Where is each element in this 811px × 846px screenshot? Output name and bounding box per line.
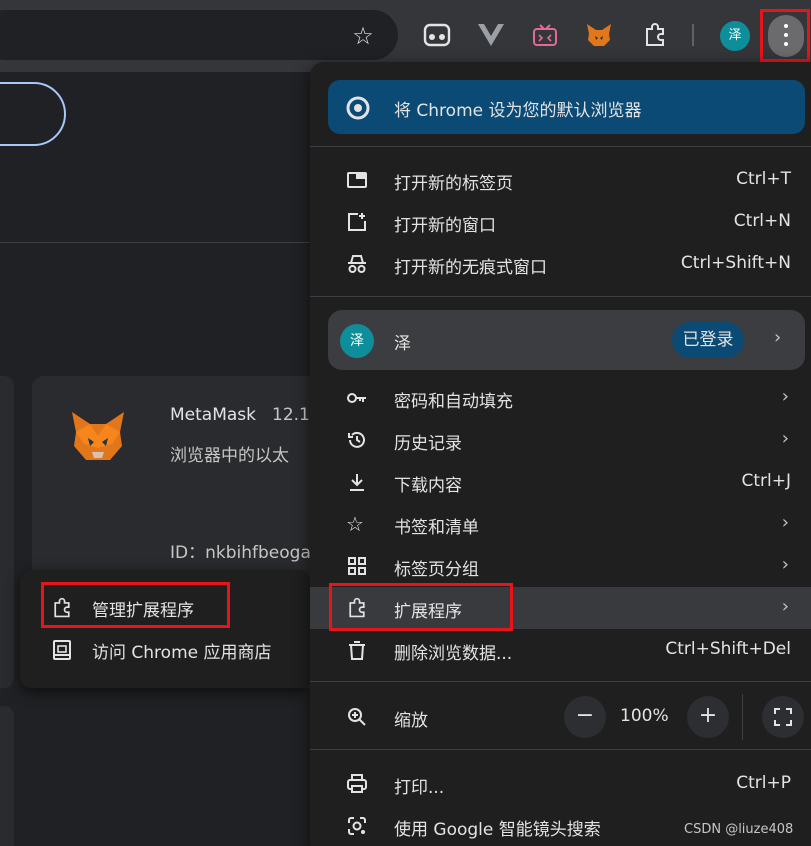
- store-icon: [51, 639, 73, 661]
- chevron-right-icon: ›: [781, 512, 789, 533]
- bookmark-star-icon[interactable]: ☆: [349, 22, 377, 50]
- menu-item-print[interactable]: 打印... Ctrl+P: [310, 763, 811, 805]
- profile-avatar: 泽: [340, 324, 374, 358]
- profile-name: 泽: [394, 334, 411, 354]
- zoom-divider: [742, 694, 743, 740]
- menu-item-new-tab[interactable]: 打开新的标签页 Ctrl+T: [310, 159, 811, 201]
- lens-icon: [346, 815, 368, 837]
- menu-item-label: 书签和清单: [394, 518, 479, 538]
- chevron-right-icon: ›: [781, 386, 789, 407]
- extension-tv-icon[interactable]: [530, 20, 560, 50]
- print-icon: [346, 773, 368, 795]
- metamask-fox-icon: [68, 408, 128, 464]
- menu-item-shortcut: Ctrl+N: [733, 211, 791, 231]
- menu-item-label: 删除浏览数据...: [394, 644, 513, 664]
- menu-item-downloads[interactable]: 下载内容 Ctrl+J: [310, 461, 811, 503]
- tab-groups-icon: [346, 555, 368, 577]
- chevron-right-icon: ›: [781, 554, 789, 575]
- menu-item-passwords[interactable]: 密码和自动填充 ›: [310, 377, 811, 419]
- menu-item-bookmarks[interactable]: ☆ 书签和清单 ›: [310, 503, 811, 545]
- address-bar[interactable]: [0, 10, 398, 60]
- visit-web-store-label: 访问 Chrome 应用商店: [92, 642, 272, 663]
- menu-item-new-incognito[interactable]: 打开新的无痕式窗口 Ctrl+Shift+N: [310, 243, 811, 285]
- download-icon: [346, 471, 368, 493]
- menu-item-label: 历史记录: [394, 434, 462, 454]
- chrome-logo-icon: [346, 96, 370, 120]
- new-tab-icon: [346, 169, 368, 191]
- watermark: CSDN @liuze408: [684, 822, 794, 837]
- signed-in-badge: 已登录: [672, 322, 744, 358]
- menu-item-label: 使用 Google 智能镜头搜索: [394, 820, 601, 840]
- fullscreen-icon: [774, 708, 792, 726]
- extension-name: MetaMask: [170, 405, 256, 425]
- menu-divider: [310, 681, 811, 682]
- extension-vue-icon[interactable]: [476, 20, 506, 50]
- menu-item-label: 打印...: [394, 778, 445, 798]
- menu-item-label: 打开新的标签页: [394, 174, 513, 194]
- history-icon: [346, 429, 368, 451]
- menu-item-history[interactable]: 历史记录 ›: [310, 419, 811, 461]
- chevron-right-icon: ›: [774, 327, 782, 348]
- visit-web-store-item[interactable]: 访问 Chrome 应用商店: [20, 630, 310, 670]
- chevron-right-icon: ›: [781, 428, 789, 449]
- zoom-out-button[interactable]: −: [564, 696, 606, 738]
- menu-item-new-window[interactable]: 打开新的窗口 Ctrl+N: [310, 201, 811, 243]
- zoom-label: 缩放: [394, 711, 428, 731]
- fullscreen-button[interactable]: [762, 696, 804, 738]
- set-default-browser-label: 将 Chrome 设为您的默认浏览器: [394, 101, 642, 121]
- menu-item-shortcut: Ctrl+Shift+Del: [665, 639, 791, 659]
- profile-row[interactable]: 泽 泽 已登录 ›: [328, 310, 805, 370]
- menu-item-shortcut: Ctrl+T: [736, 169, 791, 189]
- menu-item-tab-groups[interactable]: 标签页分组 ›: [310, 545, 811, 587]
- menu-item-clear-data[interactable]: 删除浏览数据... Ctrl+Shift+Del: [310, 629, 811, 671]
- trash-icon: [346, 639, 368, 661]
- extension-card-partial: [0, 376, 14, 688]
- star-icon: ☆: [346, 512, 364, 536]
- menu-item-label: 打开新的窗口: [394, 216, 496, 236]
- toolbar-divider: [692, 24, 694, 46]
- profile-avatar[interactable]: 泽: [720, 21, 750, 51]
- menu-item-shortcut: Ctrl+Shift+N: [680, 253, 791, 273]
- extension-card-partial: [0, 706, 14, 846]
- highlight-box-extensions: [329, 583, 513, 631]
- key-icon: [346, 387, 368, 409]
- highlight-box-menu: [760, 9, 810, 62]
- extensions-puzzle-icon[interactable]: [640, 20, 670, 50]
- extension-binoculars-icon[interactable]: [422, 20, 452, 50]
- zoom-icon: [346, 706, 368, 728]
- extension-id: ID：nkbihfbeoga: [170, 543, 311, 563]
- extension-description: 浏览器中的以太: [170, 446, 289, 466]
- menu-item-label: 下载内容: [394, 476, 462, 496]
- zoom-in-button[interactable]: +: [687, 696, 729, 738]
- highlight-box-manage: [41, 582, 230, 628]
- extension-metamask-icon[interactable]: [584, 20, 614, 50]
- search-field[interactable]: [0, 82, 66, 146]
- page-divider: [0, 242, 320, 243]
- menu-item-shortcut: Ctrl+P: [736, 773, 791, 793]
- menu-item-label: 打开新的无痕式窗口: [394, 258, 547, 278]
- zoom-row: 缩放 − 100% +: [310, 694, 811, 740]
- menu-item-shortcut: Ctrl+J: [741, 471, 791, 491]
- menu-divider: [310, 296, 811, 297]
- chrome-app-menu: 将 Chrome 设为您的默认浏览器 打开新的标签页 Ctrl+T 打开新的窗口…: [310, 62, 811, 846]
- menu-item-label: 标签页分组: [394, 560, 479, 580]
- set-default-browser-banner[interactable]: 将 Chrome 设为您的默认浏览器: [328, 80, 805, 134]
- new-window-icon: [346, 211, 368, 233]
- chevron-right-icon: ›: [781, 596, 789, 617]
- menu-item-label: 密码和自动填充: [394, 392, 513, 412]
- zoom-value: 100%: [620, 706, 669, 726]
- menu-divider: [310, 749, 811, 750]
- incognito-icon: [346, 253, 368, 275]
- menu-divider: [310, 146, 811, 147]
